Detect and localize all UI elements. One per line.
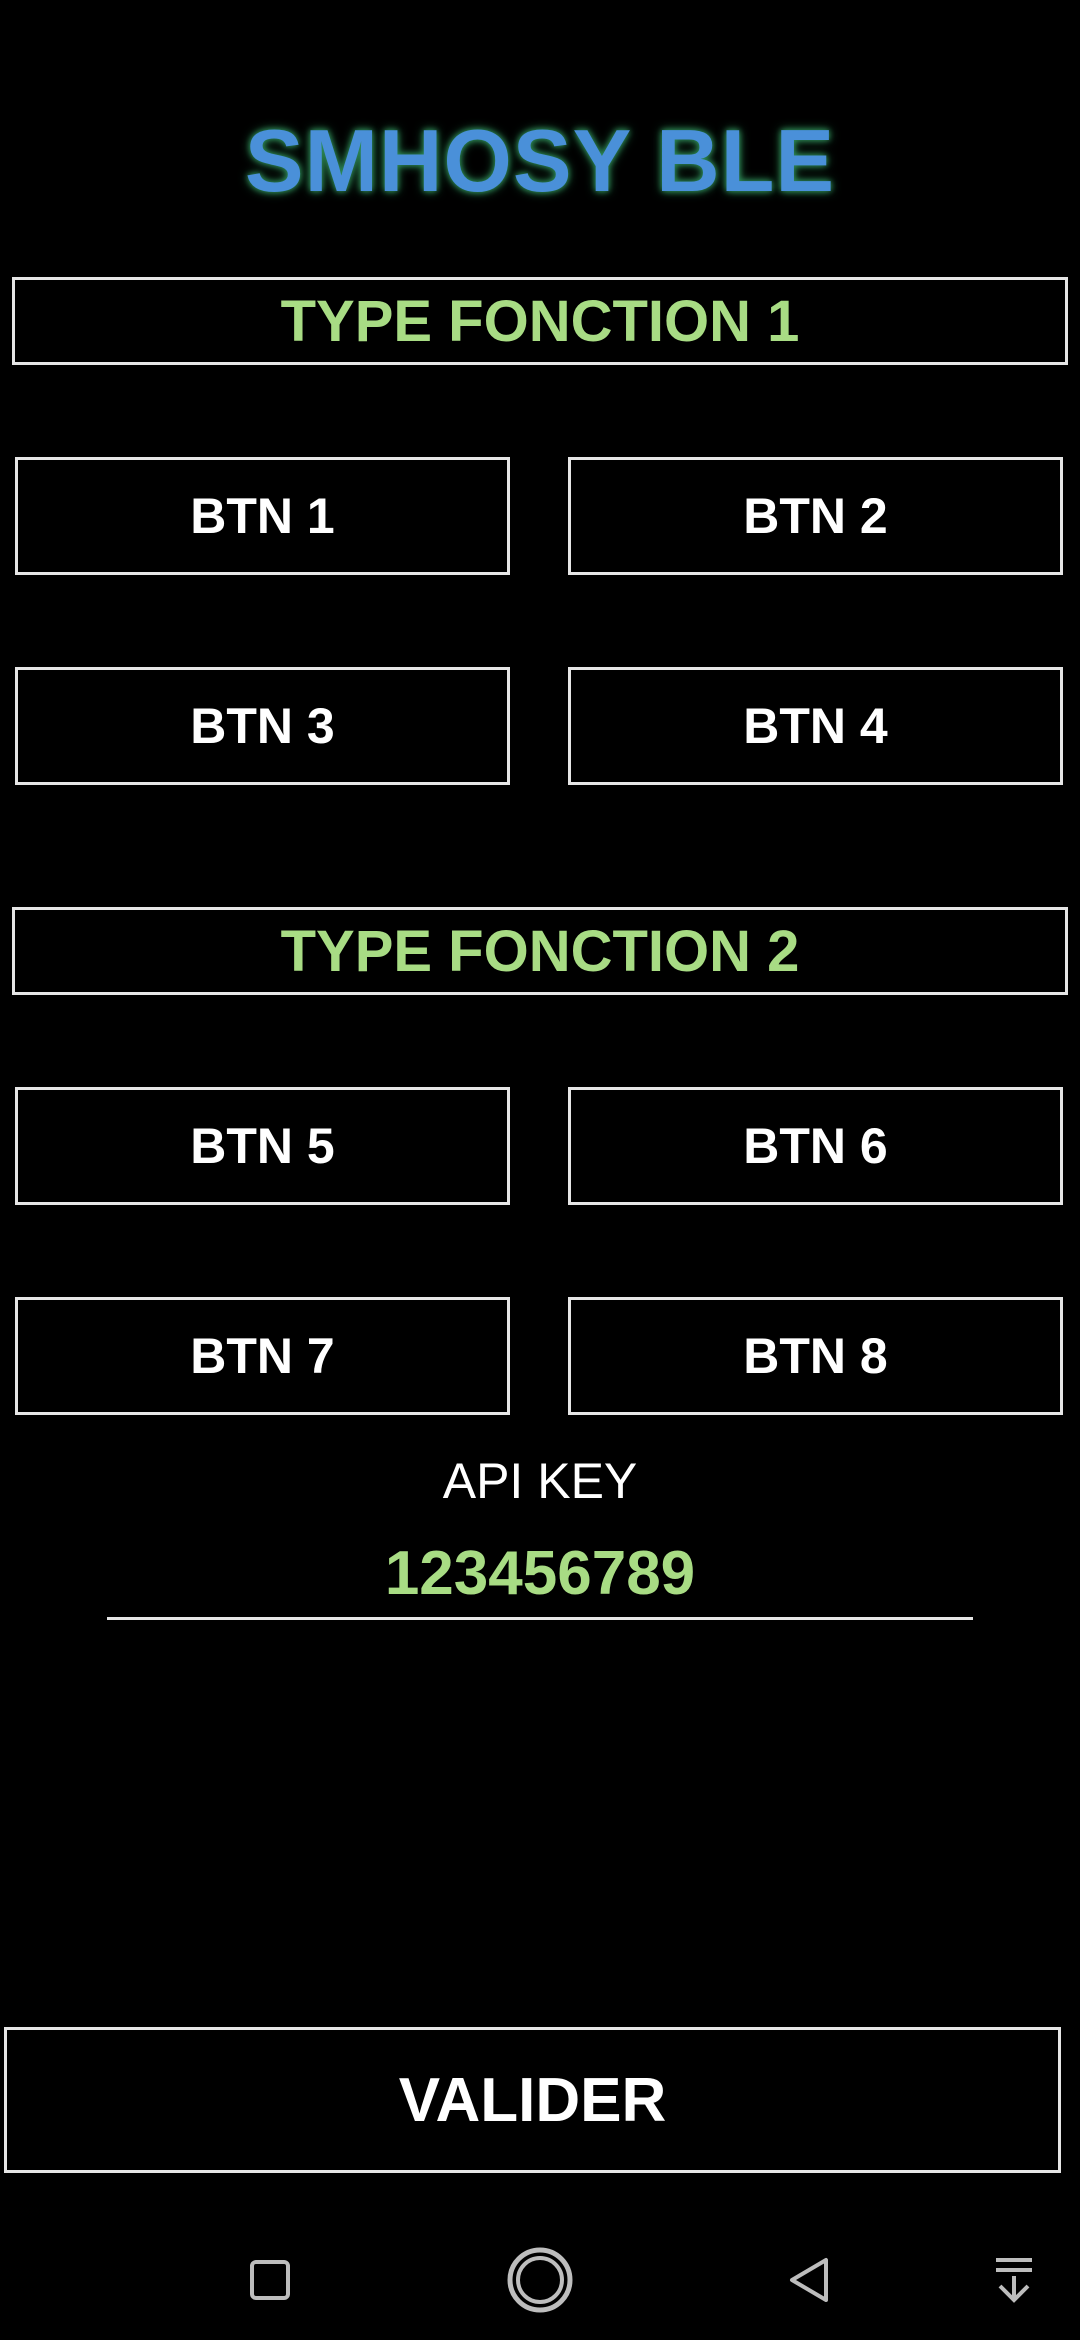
btn-1-button[interactable]: BTN 1 xyxy=(15,457,510,575)
home-icon[interactable] xyxy=(490,2230,590,2330)
btn-8-button[interactable]: BTN 8 xyxy=(568,1297,1063,1415)
back-icon[interactable] xyxy=(760,2230,860,2330)
api-key-input[interactable] xyxy=(107,1530,973,1620)
section-header-fonction-1: TYPE FONCTION 1 xyxy=(12,277,1068,365)
btn-7-button[interactable]: BTN 7 xyxy=(15,1297,510,1415)
btn-4-button[interactable]: BTN 4 xyxy=(568,667,1063,785)
btn-6-button[interactable]: BTN 6 xyxy=(568,1087,1063,1205)
section-header-fonction-2: TYPE FONCTION 2 xyxy=(12,907,1068,995)
api-key-label: API KEY xyxy=(442,1453,638,1509)
system-nav-bar xyxy=(0,2220,1080,2340)
app-title: SMHOSY BLE xyxy=(244,111,836,210)
app-screen: SMHOSY BLE TYPE FONCTION 1 BTN 1 BTN 2 B… xyxy=(0,0,1080,2340)
recent-apps-icon[interactable] xyxy=(220,2230,320,2330)
notification-pull-icon[interactable] xyxy=(964,2230,1064,2330)
btn-2-button[interactable]: BTN 2 xyxy=(568,457,1063,575)
btn-3-button[interactable]: BTN 3 xyxy=(15,667,510,785)
btn-5-button[interactable]: BTN 5 xyxy=(15,1087,510,1205)
validate-button[interactable]: VALIDER xyxy=(4,2027,1061,2173)
